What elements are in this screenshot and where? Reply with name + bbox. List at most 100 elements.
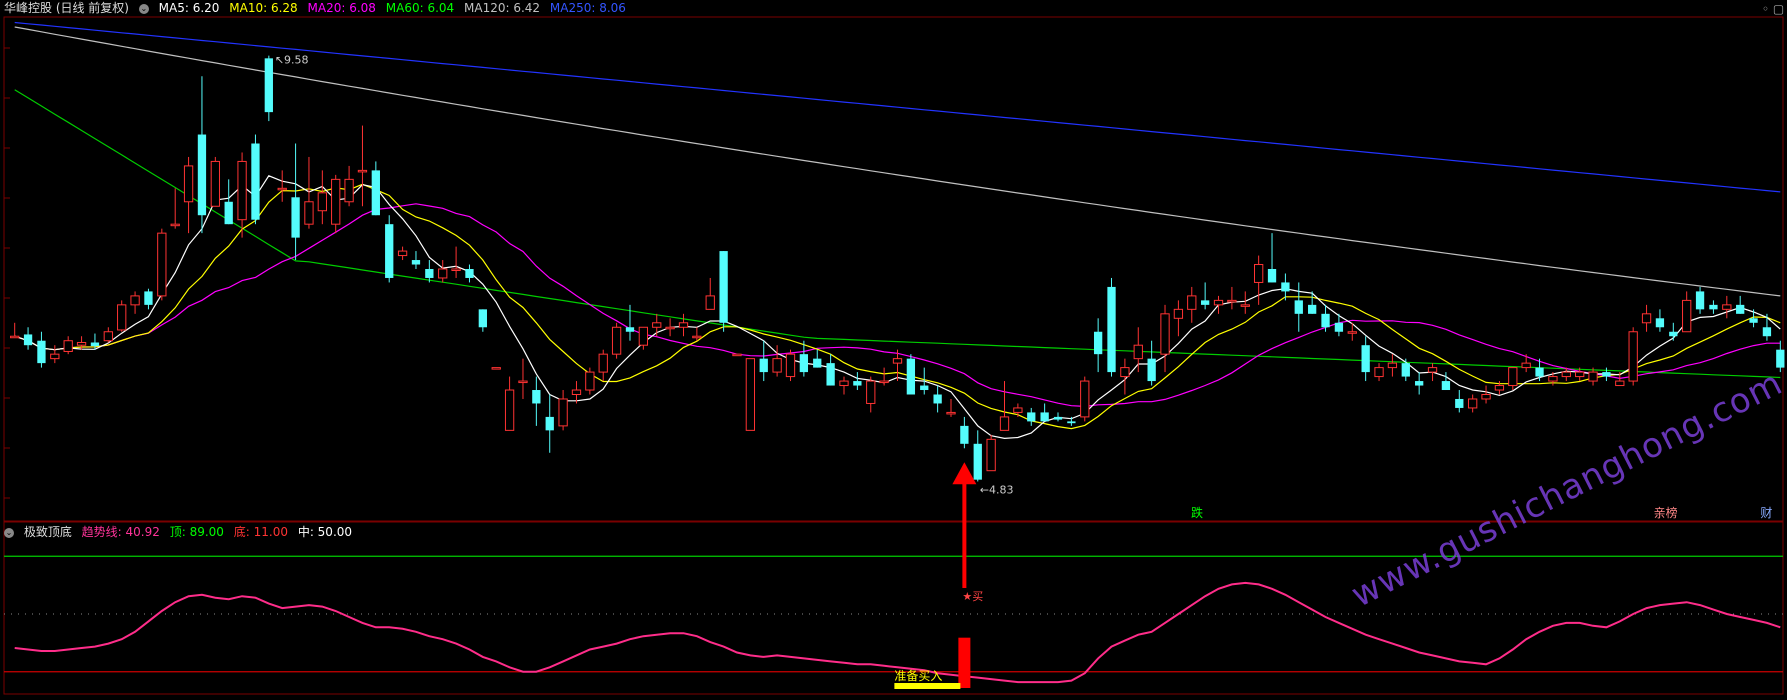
trend-label: 趋势线: 40.92 — [81, 525, 160, 539]
candle-body — [1415, 381, 1424, 386]
candle-body — [1107, 286, 1116, 373]
ma60-label: MA60: 6.04 — [385, 1, 455, 15]
ma10-line — [14, 183, 1781, 430]
candle-body — [438, 268, 448, 279]
candle-body — [157, 232, 167, 297]
candle-body — [1160, 313, 1170, 355]
stock-title[interactable]: 华峰控股 (日线 前复权) — [4, 1, 129, 15]
ma5-line — [14, 175, 1781, 440]
candle-body — [197, 134, 207, 216]
candle-body — [1427, 367, 1438, 373]
candle-body — [90, 342, 100, 347]
bottom-label: 底: 11.00 — [233, 525, 288, 539]
candle-body — [585, 371, 595, 391]
candle-body — [1575, 371, 1585, 378]
ma250-line — [14, 21, 1781, 193]
candle-body — [638, 326, 649, 346]
candle-body — [1669, 331, 1678, 337]
candle-body — [291, 197, 300, 238]
candle-body — [678, 322, 689, 328]
candle-body — [1013, 407, 1023, 413]
buy-signal-bar — [958, 637, 971, 688]
main-chart-header: 华峰控股 (日线 前复权) ⌄ MA5: 6.20 MA10: 6.28 MA2… — [4, 0, 632, 16]
candle-body — [344, 178, 354, 203]
candle-body — [692, 335, 702, 339]
stock-chart[interactable]: ↖9.58 ←4.83 跌 亲榜 财 ★买准备买入 — [0, 0, 1787, 697]
trend-line — [14, 581, 1781, 684]
candle-body — [960, 425, 969, 444]
chart-options-icon[interactable]: ◦ ▢ — [1762, 2, 1784, 16]
collapse-indicator-icon[interactable]: ⌄ — [4, 527, 14, 538]
candle-body — [1535, 367, 1544, 377]
candle-body — [251, 143, 260, 220]
candle-body — [491, 367, 501, 370]
candle-body — [866, 380, 876, 404]
mid-label: 中: 50.00 — [297, 525, 353, 539]
candle-body — [745, 358, 756, 431]
candle-body — [1776, 349, 1785, 368]
candle-body — [732, 353, 742, 357]
candle-body — [611, 326, 622, 355]
candle-body — [532, 390, 541, 404]
indicator-header: ⌄ 极致顶底 趋势线: 40.92 顶: 89.00 底: 11.00 中: 5… — [4, 524, 358, 540]
candle-body — [170, 223, 180, 227]
candle-body — [558, 398, 568, 427]
candle-body — [1187, 295, 1197, 310]
candle-body — [1508, 367, 1518, 387]
candle-body — [906, 358, 916, 395]
ma10-label: MA10: 6.28 — [229, 1, 298, 15]
candle-body — [10, 335, 20, 339]
candle-body — [1361, 345, 1370, 373]
candle-body — [1695, 291, 1705, 310]
candle-body — [999, 416, 1010, 431]
candle-body — [1641, 313, 1652, 324]
prepare-buy-bar — [894, 683, 961, 689]
candle-body — [1240, 304, 1250, 307]
candle-body — [853, 381, 862, 386]
candle-body — [183, 165, 194, 203]
candle-body — [1548, 376, 1558, 382]
candle-body — [1736, 304, 1745, 314]
prepare-buy-label: 准备买入 — [894, 669, 942, 683]
indicator-title[interactable]: 极致顶底 — [24, 525, 72, 539]
candle-body — [1027, 412, 1036, 422]
candle-body — [1441, 381, 1451, 391]
candle-body — [1294, 300, 1303, 314]
candle-body — [946, 411, 956, 415]
candle-body — [1308, 304, 1317, 314]
candle-body — [665, 326, 675, 330]
candle-body — [371, 170, 380, 216]
candle-body — [571, 389, 582, 395]
candle-body — [1254, 264, 1264, 283]
low-price-label: ←4.83 — [980, 483, 1014, 496]
collapse-icon[interactable]: ⌄ — [138, 3, 149, 14]
event-label: 亲榜 — [1654, 505, 1678, 520]
candle-body — [397, 250, 408, 257]
top-label: 顶: 89.00 — [169, 525, 224, 539]
candle-body — [357, 169, 368, 173]
candle-body — [1615, 380, 1625, 387]
candle-body — [1481, 394, 1491, 400]
candle-body — [465, 269, 474, 278]
candle-body — [1655, 318, 1665, 328]
candle-body — [598, 353, 608, 373]
candle-body — [1628, 331, 1638, 382]
candle-body — [385, 224, 394, 278]
ma120-line — [14, 26, 1781, 297]
candle-body — [317, 192, 327, 212]
candle-body — [1494, 385, 1505, 391]
candle-body — [1120, 367, 1130, 378]
candle-body — [839, 380, 849, 387]
candle-body — [50, 353, 60, 360]
candle-body — [920, 385, 929, 391]
candle-body — [986, 438, 996, 472]
candle-body — [37, 340, 46, 364]
candle-body — [1588, 371, 1598, 382]
candle-body — [1602, 372, 1611, 377]
candle-body — [451, 268, 461, 271]
candle-body — [813, 358, 822, 368]
candle-body — [130, 295, 140, 306]
candle-body — [1133, 344, 1143, 360]
candle-body — [1227, 299, 1237, 303]
candle-body — [719, 251, 728, 323]
